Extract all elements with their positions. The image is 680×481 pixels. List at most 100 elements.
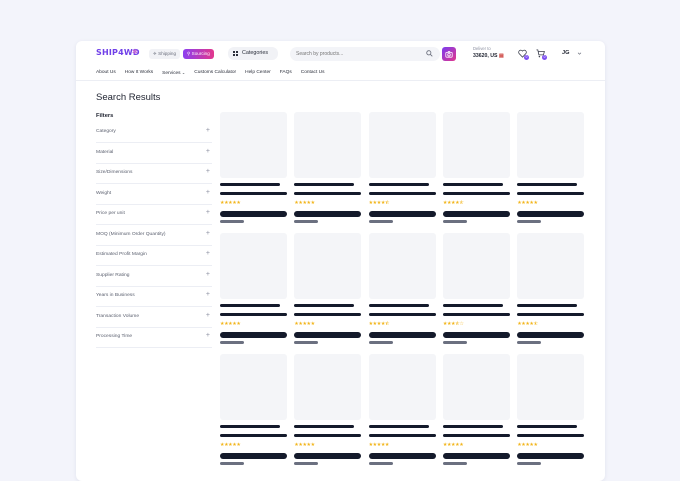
product-card[interactable]: ★★★★⯪ [442,112,510,227]
chevron-down-icon[interactable] [577,51,582,56]
filter-row[interactable]: Estimated Profit Margin + [96,246,212,266]
nav-contact-us[interactable]: Contact Us [301,70,325,78]
product-subtitle-skeleton [442,434,510,437]
product-card[interactable]: ★★★⯪☆ [442,233,510,348]
product-image-placeholder [442,233,510,299]
filter-label: Years in Business [96,293,135,298]
product-card[interactable]: ★★★★⯪ [517,233,585,348]
star-rating: ★★★★★ [220,442,241,448]
plus-icon[interactable]: + [206,189,210,196]
filter-label: Supplier Rating [96,272,130,278]
product-subtitle-skeleton [220,434,287,437]
nav-about-us[interactable]: About Us [96,70,116,78]
mode-shipping-label: Shipping [158,51,177,56]
mode-shipping-toggle[interactable]: ✈ Shipping [149,49,181,59]
product-price-skeleton [294,211,362,217]
user-initials[interactable]: JG [562,50,569,56]
product-meta-skeleton [368,462,393,465]
plus-icon[interactable]: + [206,230,210,237]
product-image-placeholder [220,233,287,299]
product-card[interactable]: ★★★★★ [368,354,436,469]
product-card[interactable]: ★★★★⯪ [368,233,436,348]
plus-icon[interactable]: + [206,127,210,134]
product-card[interactable]: ★★★★★ [517,354,585,469]
star-rating: ★★★★★ [220,200,241,206]
product-meta-skeleton [517,220,542,223]
product-image-placeholder [442,112,510,178]
product-title-skeleton [517,304,578,307]
product-subtitle-skeleton [294,313,362,316]
deliver-location[interactable]: 33620, US ▤ [473,53,504,59]
filter-row[interactable]: Supplier Rating + [96,267,212,287]
product-image-placeholder [294,233,362,299]
plus-icon[interactable]: + [206,332,210,339]
product-title-skeleton [517,425,578,428]
product-image-placeholder [517,112,585,178]
product-meta-skeleton [294,462,319,465]
plus-icon[interactable]: + [206,168,210,175]
nav-customs-calculator[interactable]: Customs Calculator [194,70,236,78]
product-subtitle-skeleton [368,192,436,195]
search-icon[interactable] [426,50,433,57]
product-card[interactable]: ★★★★★ [517,112,585,227]
nav-faqs[interactable]: FAQs [280,70,292,78]
product-image-placeholder [368,233,436,299]
star-rating: ★★★★⯪ [517,321,538,327]
mode-sourcing-toggle[interactable]: ⚲ Sourcing [183,49,214,59]
product-price-skeleton [294,453,362,459]
product-card[interactable]: ★★★★★ [442,354,510,469]
logo-spark-icon: ✱ [132,49,138,56]
search-input[interactable] [290,47,440,61]
product-price-skeleton [220,211,287,217]
product-card[interactable]: ★★★★★ [294,112,362,227]
filter-row[interactable]: Price per unit + [96,205,212,225]
image-search-button[interactable] [442,47,456,61]
product-card[interactable]: ★★★★★ [220,354,287,469]
product-image-placeholder [517,354,585,420]
filter-label: Transaction Volume [96,313,140,319]
filter-row[interactable]: Weight + [96,185,212,205]
nav-services[interactable]: Services ⌄ [162,70,185,78]
product-subtitle-skeleton [517,192,585,195]
plus-icon[interactable]: + [206,209,210,216]
product-meta-skeleton [220,462,244,465]
filter-row[interactable]: Size/Dimensions + [96,164,212,184]
top-header: SHIP4WD ✱ ✈ Shipping ⚲ Sourcing Categori… [76,41,605,67]
product-card[interactable]: ★★★★★ [294,354,362,469]
filter-row[interactable]: Years in Business + [96,287,212,307]
nav-how-it-works[interactable]: How It Works [125,70,153,78]
plus-icon[interactable]: + [206,271,210,278]
plus-icon[interactable]: + [206,250,210,257]
product-meta-skeleton [368,220,393,223]
product-subtitle-skeleton [517,434,585,437]
product-subtitle-skeleton [220,313,287,316]
plus-icon[interactable]: + [206,312,210,319]
product-subtitle-skeleton [368,313,436,316]
product-card[interactable]: ★★★★⯪ [368,112,436,227]
categories-button[interactable]: Categories [228,47,278,60]
product-image-placeholder [517,233,585,299]
filter-row[interactable]: MOQ (Minimum Order Quantity) + [96,226,212,246]
product-card[interactable]: ★★★★★ [220,112,287,227]
cart-badge: 0 [542,55,547,60]
product-card[interactable]: ★★★★★ [220,233,287,348]
product-title-skeleton [220,425,280,428]
product-price-skeleton [368,211,436,217]
product-price-skeleton [442,332,510,338]
product-price-skeleton [220,453,287,459]
plus-icon[interactable]: + [206,291,210,298]
product-price-skeleton [517,211,585,217]
product-price-skeleton [442,453,510,459]
filter-row[interactable]: Category + [96,123,212,143]
product-card[interactable]: ★★★★★ [294,233,362,348]
filter-row[interactable]: Material + [96,144,212,164]
camera-icon [445,51,453,58]
nav-help-center[interactable]: Help Center [245,70,271,78]
product-subtitle-skeleton [442,313,510,316]
filter-row[interactable]: Processing Time + [96,328,212,348]
product-image-placeholder [442,354,510,420]
categories-label: Categories [242,50,269,56]
filter-row[interactable]: Transaction Volume + [96,308,212,328]
plus-icon[interactable]: + [206,148,210,155]
product-meta-skeleton [442,341,467,344]
